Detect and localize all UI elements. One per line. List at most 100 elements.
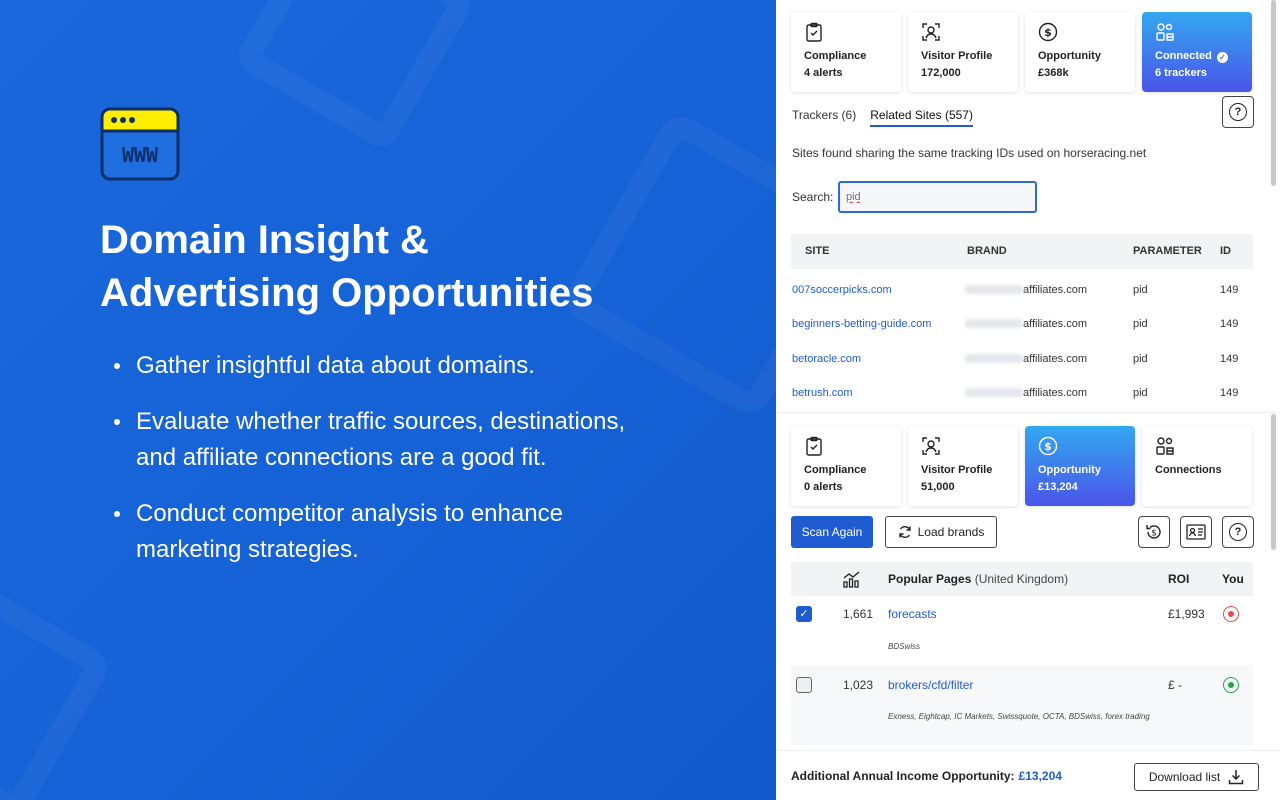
help-button[interactable]: ? bbox=[1222, 516, 1254, 548]
card-label: Compliance bbox=[804, 50, 867, 62]
visits-count: 1,023 bbox=[843, 678, 874, 692]
id-card-icon bbox=[1186, 524, 1206, 540]
connections-icon bbox=[1156, 23, 1174, 41]
card-value: £368k bbox=[1038, 67, 1069, 79]
download-list-button[interactable]: Download list bbox=[1134, 763, 1259, 791]
visitor-profile-card[interactable]: Visitor Profile 172,000 bbox=[908, 12, 1018, 92]
hero-title-line: Advertising Opportunities bbox=[100, 271, 594, 315]
row-checkbox[interactable]: ✓ bbox=[796, 606, 812, 622]
dollar-history-icon: $ bbox=[1146, 525, 1161, 539]
list-item: ✓ 1,661 forecasts BDSwiss £1,993 bbox=[791, 597, 1253, 665]
site-link[interactable]: betoracle.com bbox=[792, 342, 861, 377]
load-brands-label: Load brands bbox=[917, 525, 985, 539]
card-label: Visitor Profile bbox=[921, 464, 993, 476]
parameter-cell: pid bbox=[1133, 284, 1148, 296]
card-value: 6 trackers bbox=[1155, 67, 1207, 79]
page-summary-cards: Compliance 0 alerts Visitor Profile 51,0… bbox=[791, 426, 1252, 506]
clipboard-check-icon bbox=[806, 436, 822, 456]
background-hexagon bbox=[0, 565, 115, 800]
connections-card[interactable]: Connections bbox=[1142, 426, 1252, 506]
roi-value: £1,993 bbox=[1168, 607, 1205, 621]
site-link[interactable]: 007soccerpicks.com bbox=[792, 273, 892, 308]
svg-text:$: $ bbox=[1151, 529, 1157, 539]
redacted-block bbox=[965, 388, 1023, 397]
column-header-site: SITE bbox=[805, 245, 830, 257]
brand-cell: affiliates.com bbox=[965, 273, 1087, 308]
id-cell: 149 bbox=[1220, 318, 1239, 330]
connections-icon bbox=[1156, 437, 1174, 455]
related-tabs: Trackers (6) Related Sites (557) bbox=[792, 108, 973, 127]
roi-history-button[interactable]: $ bbox=[1138, 516, 1170, 548]
opportunity-card[interactable]: $ Opportunity £368k bbox=[1025, 12, 1135, 92]
scrollbar-thumb[interactable] bbox=[1271, 414, 1276, 550]
card-label: Opportunity bbox=[1038, 50, 1101, 62]
load-brands-button[interactable]: Load brands bbox=[885, 516, 997, 548]
table-row: betoracle.com affiliates.com pid 149 bbox=[791, 342, 1253, 376]
download-icon bbox=[1228, 770, 1244, 785]
hero-bullet: Evaluate whether traffic sources, destin… bbox=[114, 404, 656, 476]
hero-bullet: Gather insightful data about domains. bbox=[114, 348, 656, 384]
list-item: 1,023 brokers/cfd/filter Exness, Eightca… bbox=[791, 667, 1253, 745]
parameter-cell: pid bbox=[1133, 353, 1148, 365]
card-value: £13,204 bbox=[1038, 481, 1078, 493]
scrollbar-thumb[interactable] bbox=[1271, 0, 1276, 186]
page-brands: BDSwiss bbox=[888, 642, 921, 651]
help-button[interactable]: ? bbox=[1222, 96, 1254, 128]
redacted-block bbox=[965, 354, 1023, 363]
visitor-profile-card[interactable]: Visitor Profile 51,000 bbox=[908, 426, 1018, 506]
page-brands: Exness, Eightcap, IC Markets, Swissquote… bbox=[888, 712, 1150, 721]
connected-card[interactable]: Connected ✓ 6 trackers bbox=[1142, 12, 1252, 92]
income-label: Additional Annual Income Opportunity: £13… bbox=[791, 769, 1062, 783]
svg-text:$: $ bbox=[1044, 440, 1052, 453]
you-header: You bbox=[1222, 572, 1244, 586]
trend-chart-icon bbox=[843, 562, 860, 596]
tab-related-sites[interactable]: Related Sites (557) bbox=[870, 108, 973, 127]
page-link[interactable]: brokers/cfd/filter bbox=[888, 678, 973, 692]
popular-pages-title: Popular Pages (United Kingdom) bbox=[888, 572, 1069, 586]
hero-bullet-list: Gather insightful data about domains. Ev… bbox=[114, 348, 656, 588]
card-label: Compliance bbox=[804, 464, 867, 476]
dollar-circle-icon: $ bbox=[1038, 436, 1058, 456]
card-value: 4 alerts bbox=[804, 67, 843, 79]
compliance-card[interactable]: Compliance 0 alerts bbox=[791, 426, 901, 506]
tab-trackers[interactable]: Trackers (6) bbox=[792, 108, 856, 127]
parameter-cell: pid bbox=[1133, 387, 1148, 399]
card-label: Connected ✓ bbox=[1155, 48, 1239, 65]
related-description: Sites found sharing the same tracking ID… bbox=[792, 146, 1147, 160]
id-cell: 149 bbox=[1220, 387, 1239, 399]
section-divider bbox=[776, 412, 1276, 413]
contact-card-button[interactable] bbox=[1180, 516, 1212, 548]
site-link[interactable]: beginners-betting-guide.com bbox=[792, 307, 931, 342]
background-hexagon bbox=[232, 0, 478, 153]
card-label: Opportunity bbox=[1038, 464, 1101, 476]
card-value: 0 alerts bbox=[804, 481, 843, 493]
search-input[interactable] bbox=[838, 181, 1037, 213]
clipboard-check-icon bbox=[806, 22, 822, 42]
redacted-block bbox=[965, 285, 1023, 294]
scan-again-button[interactable]: Scan Again bbox=[791, 516, 873, 548]
search-label: Search: bbox=[792, 190, 834, 204]
roi-value: £ - bbox=[1168, 678, 1183, 692]
id-cell: 149 bbox=[1220, 284, 1239, 296]
check-icon: ✓ bbox=[1216, 52, 1228, 63]
compliance-card[interactable]: Compliance 4 alerts bbox=[791, 12, 901, 92]
table-row: betrush.com affiliates.com pid 149 bbox=[791, 376, 1253, 410]
parameter-cell: pid bbox=[1133, 318, 1148, 330]
roi-header: ROI bbox=[1168, 572, 1190, 586]
visitor-profile-icon bbox=[922, 437, 940, 455]
opportunity-card[interactable]: $ Opportunity £13,204 bbox=[1025, 426, 1135, 506]
svg-text:$: $ bbox=[1044, 26, 1052, 39]
status-red-icon bbox=[1223, 606, 1239, 622]
visitor-profile-icon bbox=[922, 23, 940, 41]
question-icon: ? bbox=[1229, 103, 1247, 121]
svg-text:WWW: WWW bbox=[122, 143, 159, 167]
www-logo-icon: WWW bbox=[100, 107, 180, 181]
refresh-icon bbox=[898, 526, 911, 538]
table-row: 007soccerpicks.com affiliates.com pid 14… bbox=[791, 273, 1253, 307]
brand-cell: affiliates.com bbox=[965, 307, 1087, 342]
site-link[interactable]: betrush.com bbox=[792, 376, 853, 411]
hero-title-line: Domain Insight & bbox=[100, 218, 429, 262]
dollar-circle-icon: $ bbox=[1038, 22, 1058, 42]
row-checkbox[interactable] bbox=[796, 677, 812, 693]
page-link[interactable]: forecasts bbox=[888, 607, 937, 621]
